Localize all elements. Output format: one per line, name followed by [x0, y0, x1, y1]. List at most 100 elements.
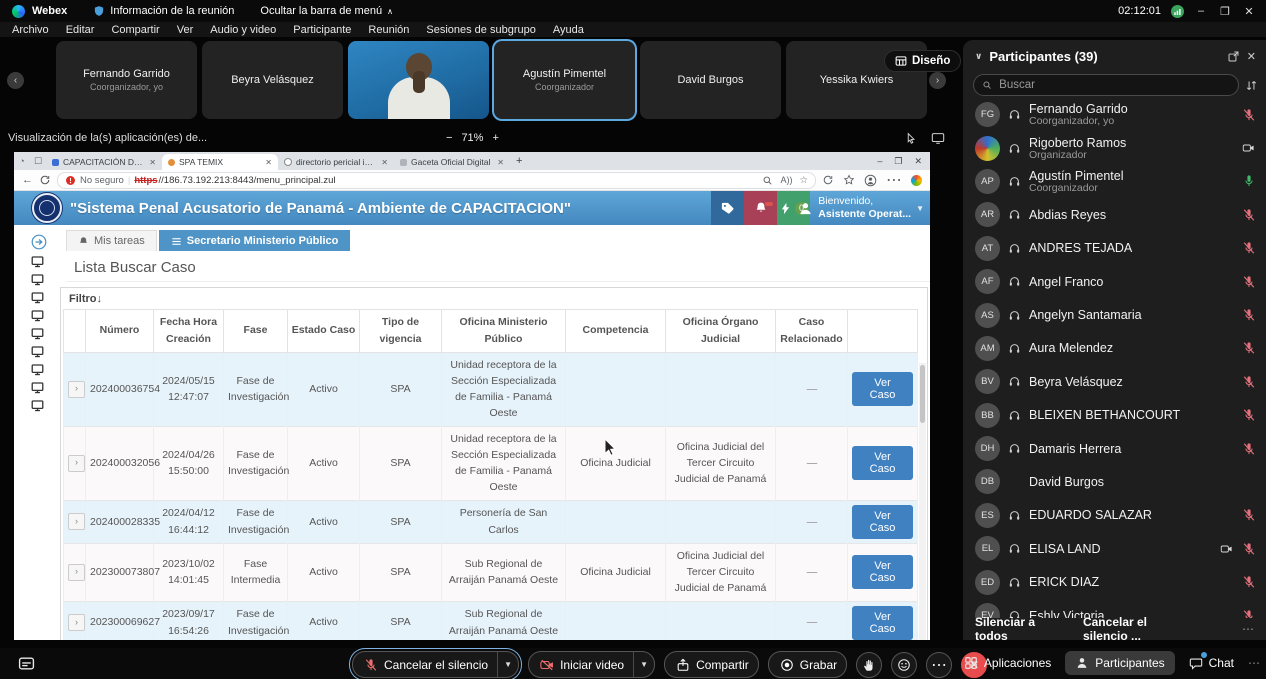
menu-item-reuni-n[interactable]: Reunión	[368, 24, 409, 36]
layout-button[interactable]: Diseño	[884, 50, 962, 72]
tags-button[interactable]	[711, 191, 744, 225]
browser-profile-icon[interactable]	[864, 174, 877, 187]
video-tile[interactable]	[348, 41, 489, 119]
menu-item-editar[interactable]: Editar	[66, 24, 95, 36]
tab-close-icon[interactable]: ✕	[381, 158, 388, 167]
shared-screen-icon[interactable]	[931, 132, 945, 145]
chat-button[interactable]: Chat	[1189, 651, 1234, 675]
remote-cursor-icon[interactable]	[905, 131, 918, 145]
reactions-button[interactable]	[891, 651, 918, 678]
filmstrip-prev-button[interactable]: ‹	[7, 72, 24, 89]
app-tab-secretario-ministerio-p-blico[interactable]: Secretario Ministerio Público	[158, 230, 351, 251]
menu-item-audio-y-video[interactable]: Audio y video	[210, 24, 276, 36]
app-tab-mis-tareas[interactable]: Mis tareas	[66, 230, 157, 251]
unmute-all-button[interactable]: Cancelar el silencio ...	[1083, 615, 1190, 640]
participant-row[interactable]: AR Abdias Reyes	[963, 198, 1266, 231]
favorites-bar-icon[interactable]	[843, 174, 855, 186]
participant-row[interactable]: EL ELISA LAND	[963, 532, 1266, 565]
participant-row[interactable]: BV Beyra Velásquez	[963, 365, 1266, 398]
tab-close-icon[interactable]: ✕	[497, 158, 504, 167]
zoom-page-icon[interactable]	[762, 175, 773, 186]
tab-close-icon[interactable]: ✕	[149, 158, 156, 167]
participant-row[interactable]: AF Angel Franco	[963, 265, 1266, 298]
new-tab-button[interactable]: +	[516, 155, 522, 167]
browser-minimize-button[interactable]: –	[877, 156, 882, 167]
meeting-info-button[interactable]: Información de la reunión	[93, 5, 234, 17]
browser-close-button[interactable]: ✕	[914, 156, 922, 167]
tab-actions-icon[interactable]: ☐	[30, 156, 46, 167]
audio-options-chevron[interactable]: ▼	[497, 652, 518, 677]
participants-search[interactable]	[973, 74, 1239, 96]
tab-activity-icon[interactable]: ◔	[14, 156, 30, 166]
copilot-icon[interactable]	[911, 174, 922, 186]
expand-row-button[interactable]: ›	[68, 380, 85, 398]
table-scrollbar[interactable]	[919, 363, 926, 640]
expand-row-button[interactable]: ›	[68, 563, 85, 581]
back-icon[interactable]: ←	[22, 174, 33, 186]
sort-participants-icon[interactable]	[1245, 79, 1258, 92]
browser-tab[interactable]: Gaceta Oficial Digital ✕	[394, 154, 510, 170]
minimize-window-button[interactable]: –	[1194, 5, 1208, 17]
participant-row[interactable]: Rigoberto Ramos Organizador	[963, 131, 1266, 164]
ver-caso-button[interactable]: Ver Caso	[852, 504, 913, 539]
start-video-button[interactable]: Iniciar video ▼	[528, 651, 656, 678]
browser-tab[interactable]: directorio pericial imelcf actualiz ✕	[278, 154, 394, 170]
toolbar-overflow-icon[interactable]: ⋯	[1248, 656, 1260, 670]
address-bar[interactable]: No seguro | https //186.73.192.213:8443/…	[57, 171, 816, 189]
participant-row[interactable]: BB BLEIXEN BETHANCOURT	[963, 399, 1266, 432]
close-window-button[interactable]: ✕	[1242, 5, 1256, 18]
panel-collapse-icon[interactable]: ∨	[975, 51, 982, 62]
participant-row[interactable]: DH Damaris Herrera	[963, 432, 1266, 465]
more-options-button[interactable]: ⋯	[926, 651, 953, 678]
popout-panel-icon[interactable]	[1227, 50, 1240, 63]
ver-caso-button[interactable]: Ver Caso	[852, 605, 913, 640]
mute-all-button[interactable]: Silenciar a todos	[975, 615, 1057, 640]
favorite-star-icon[interactable]: ☆	[799, 175, 808, 186]
menu-item-ayuda[interactable]: Ayuda	[553, 24, 584, 36]
participant-row[interactable]: AS Angelyn Santamaria	[963, 298, 1266, 331]
filter-toggle[interactable]: Filtro↓	[61, 288, 927, 309]
captions-icon[interactable]	[18, 656, 35, 670]
browser-menu-icon[interactable]: ⋯	[886, 170, 902, 190]
share-button[interactable]: Compartir	[664, 651, 759, 678]
participant-tile[interactable]: David Burgos	[640, 41, 781, 119]
raise-hand-button[interactable]	[856, 651, 883, 678]
browser-tab[interactable]: CAPACITACIÓN DE ASISTENTES C ✕	[46, 154, 162, 170]
record-button[interactable]: Grabar	[767, 651, 848, 678]
participant-row[interactable]: AT ANDRES TEJADA	[963, 232, 1266, 265]
video-options-chevron[interactable]: ▼	[633, 652, 654, 677]
expand-row-button[interactable]: ›	[68, 614, 85, 632]
reload-icon[interactable]	[39, 174, 51, 186]
participant-row[interactable]: FG Fernando Garrido Coorganizador, yo	[963, 98, 1266, 131]
menu-item-archivo[interactable]: Archivo	[12, 24, 49, 36]
browser-restore-button[interactable]: ❐	[894, 156, 902, 167]
ver-caso-button[interactable]: Ver Caso	[852, 372, 913, 407]
zoom-out-button[interactable]: −	[446, 132, 452, 144]
ver-caso-button[interactable]: Ver Caso	[852, 446, 913, 481]
notifications-button[interactable]	[744, 191, 777, 225]
hide-menubar-button[interactable]: Ocultar la barra de menú ∧	[260, 5, 393, 17]
participant-row[interactable]: DB David Burgos	[963, 465, 1266, 498]
participant-tile[interactable]: Agustín Pimentel Coorganizador	[494, 41, 635, 119]
participant-row[interactable]: AP Agustín Pimentel Coorganizador	[963, 165, 1266, 198]
participant-tile[interactable]: Fernando Garrido Coorganizador, yo	[56, 41, 197, 119]
participant-row[interactable]: ES EDUARDO SALAZAR	[963, 499, 1266, 532]
expand-row-button[interactable]: ›	[68, 454, 85, 472]
tab-close-icon[interactable]: ✕	[265, 158, 272, 167]
search-input[interactable]	[997, 78, 1230, 92]
ver-caso-button[interactable]: Ver Caso	[852, 555, 913, 590]
browser-tab[interactable]: SPA TEMIX ✕	[162, 154, 278, 170]
participants-more-icon[interactable]: ⋯	[1242, 622, 1254, 636]
zoom-in-button[interactable]: +	[492, 132, 498, 144]
menu-item-ver[interactable]: Ver	[177, 24, 194, 36]
participants-button[interactable]: Participantes	[1065, 651, 1175, 675]
unmute-button[interactable]: Cancelar el silencio ▼	[352, 651, 520, 678]
collapse-menu-icon[interactable]	[31, 234, 47, 250]
menu-item-participante[interactable]: Participante	[293, 24, 351, 36]
participant-tile[interactable]: Beyra Velásquez	[202, 41, 343, 119]
participant-row[interactable]: AM Aura Melendez	[963, 332, 1266, 365]
filmstrip-next-button[interactable]: ›	[929, 72, 946, 89]
menu-item-compartir[interactable]: Compartir	[111, 24, 159, 36]
apps-button[interactable]: Aplicaciones	[964, 651, 1051, 675]
restore-window-button[interactable]: ❐	[1218, 5, 1232, 18]
